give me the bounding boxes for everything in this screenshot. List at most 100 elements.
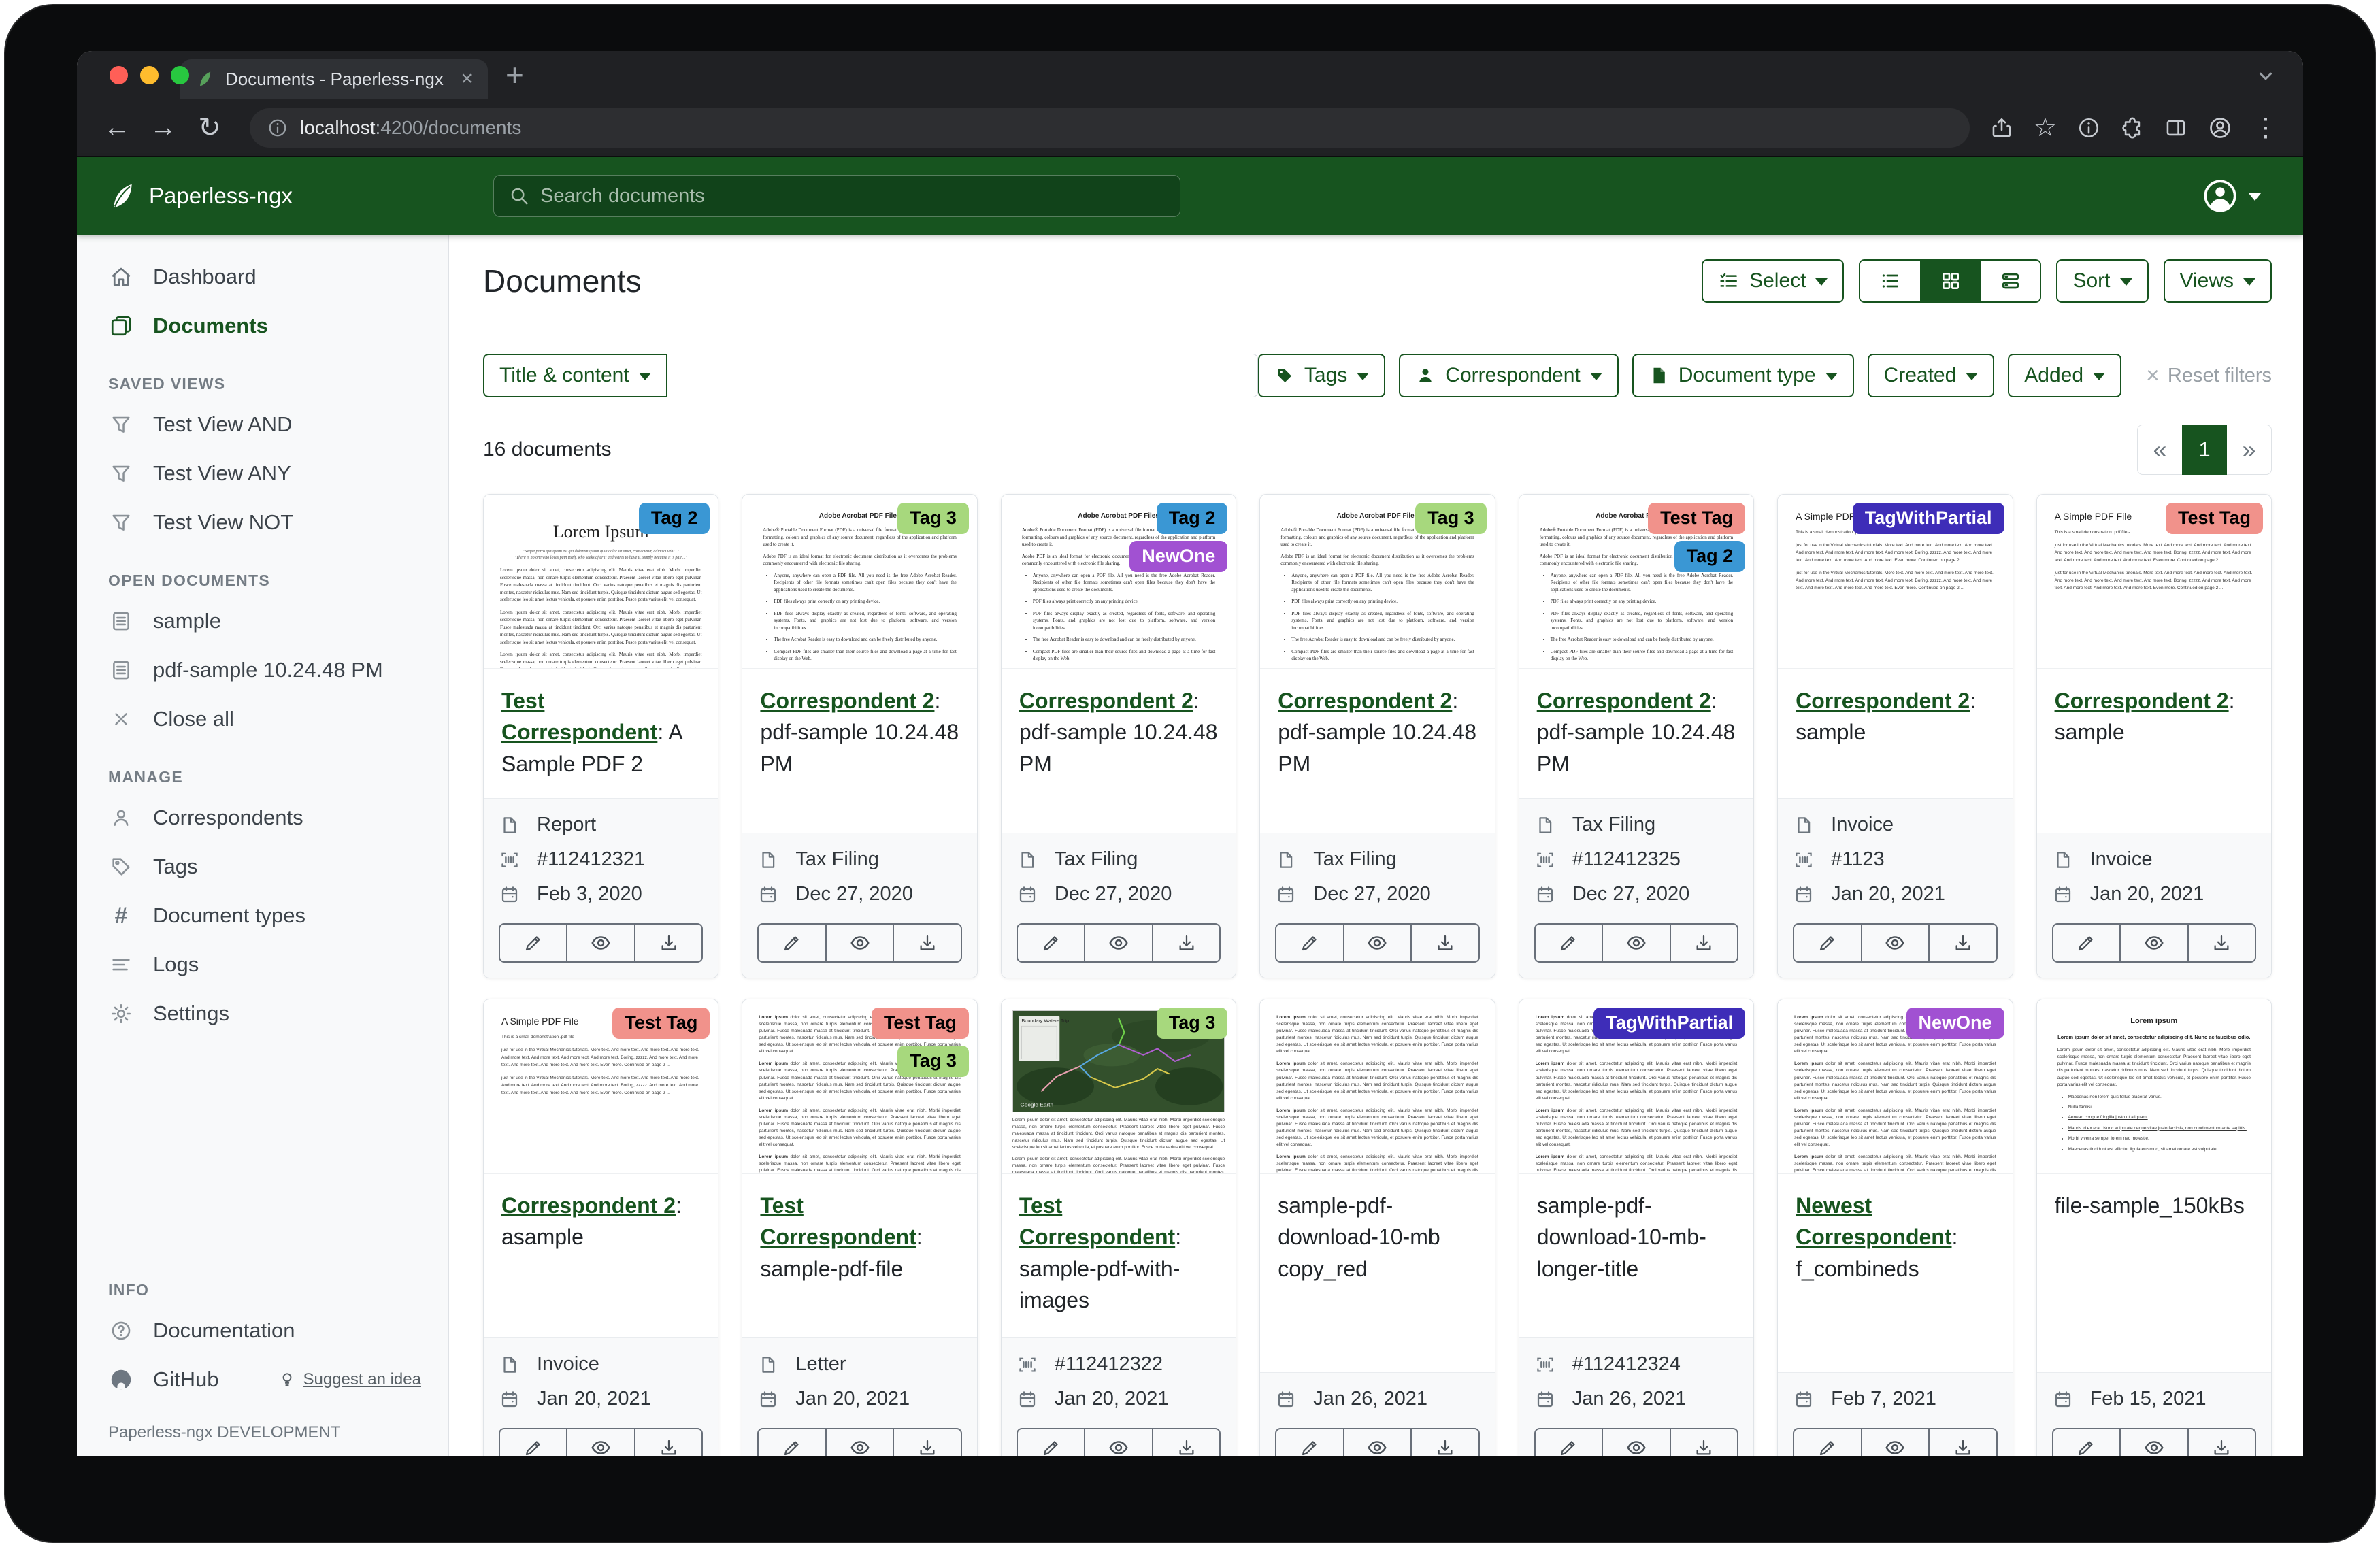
app-brand[interactable]: Paperless-ngx bbox=[107, 157, 293, 235]
correspondent-link[interactable]: Newest Correspondent bbox=[1796, 1193, 1951, 1249]
filter-doctype-button[interactable]: Document type bbox=[1632, 354, 1854, 397]
profile-avatar-icon[interactable] bbox=[2208, 116, 2232, 140]
download-button[interactable] bbox=[1670, 925, 1737, 961]
document-card[interactable]: Adobe Acrobat PDF FilesAdobe® Portable D… bbox=[1519, 494, 1754, 978]
view-list-button[interactable] bbox=[1860, 261, 1920, 301]
search-input[interactable] bbox=[540, 185, 1165, 207]
sidebar-item-test-view-not[interactable]: Test View NOT bbox=[77, 498, 448, 547]
view-button[interactable] bbox=[1861, 1429, 1928, 1456]
edit-button[interactable] bbox=[2053, 1429, 2119, 1456]
download-button[interactable] bbox=[1410, 1429, 1478, 1456]
sidebar-item-close-all[interactable]: Close all bbox=[77, 695, 448, 744]
document-card[interactable]: A Simple PDF FileThis is a small demonst… bbox=[483, 999, 718, 1456]
zoom-window-button[interactable] bbox=[171, 66, 189, 84]
edit-button[interactable] bbox=[1794, 925, 1860, 961]
document-thumbnail[interactable]: A Simple PDF FileThis is a small demonst… bbox=[484, 999, 718, 1174]
tag-badge[interactable]: Tag 3 bbox=[1157, 1008, 1228, 1039]
document-thumbnail[interactable]: Adobe Acrobat PDF FilesAdobe® Portable D… bbox=[1260, 495, 1494, 669]
forward-icon[interactable]: → bbox=[144, 108, 183, 148]
edit-button[interactable] bbox=[500, 925, 566, 961]
tag-badge[interactable]: Tag 2 bbox=[1674, 541, 1746, 572]
document-thumbnail[interactable]: Lorem ipsum dolor sit amet, consectetur … bbox=[1260, 999, 1494, 1174]
user-menu[interactable] bbox=[2202, 157, 2261, 235]
edit-button[interactable] bbox=[1536, 925, 1602, 961]
tab-search-chevron-icon[interactable] bbox=[2255, 66, 2276, 86]
tag-badge[interactable]: NewOne bbox=[1906, 1008, 2004, 1039]
tag-badge[interactable]: Tag 2 bbox=[639, 503, 710, 534]
document-thumbnail[interactable]: Lorem ipsum dolor sit amet, consectetur … bbox=[1778, 999, 2012, 1174]
close-window-button[interactable] bbox=[110, 66, 128, 84]
tag-badge[interactable]: Tag 3 bbox=[897, 503, 969, 534]
site-info-icon[interactable] bbox=[267, 118, 288, 138]
sidebar-item-tags[interactable]: Tags bbox=[77, 842, 448, 891]
correspondent-link[interactable]: Correspondent 2 bbox=[2055, 688, 2229, 713]
filter-created-button[interactable]: Created bbox=[1868, 354, 1995, 397]
tab-close-icon[interactable]: × bbox=[461, 69, 473, 89]
tag-badge[interactable]: Tag 3 bbox=[1415, 503, 1487, 534]
download-button[interactable] bbox=[1410, 925, 1478, 961]
global-search[interactable] bbox=[493, 175, 1180, 217]
minimize-window-button[interactable] bbox=[140, 66, 159, 84]
download-button[interactable] bbox=[634, 925, 701, 961]
document-thumbnail[interactable]: Lorem ipsumLorem ipsum dolor sit amet, c… bbox=[2037, 999, 2271, 1174]
sidebar-item-open-doc-pdf-sample[interactable]: pdf-sample 10.24.48 PM bbox=[77, 646, 448, 695]
tag-badge[interactable]: Test Tag bbox=[2166, 503, 2263, 534]
view-button[interactable] bbox=[1084, 925, 1151, 961]
document-thumbnail[interactable]: A Simple PDF FileThis is a small demonst… bbox=[2037, 495, 2271, 669]
edit-button[interactable] bbox=[1018, 1429, 1084, 1456]
sidebar-item-open-doc-sample[interactable]: sample bbox=[77, 597, 448, 646]
correspondent-link[interactable]: Correspondent 2 bbox=[1019, 688, 1193, 713]
edit-button[interactable] bbox=[759, 925, 825, 961]
download-button[interactable] bbox=[1670, 1429, 1737, 1456]
correspondent-link[interactable]: Correspondent 2 bbox=[1796, 688, 1970, 713]
document-thumbnail[interactable]: Lorem ipsum dolor sit amet, consectetur … bbox=[1519, 999, 1753, 1174]
correspondent-link[interactable]: Test Correspondent bbox=[760, 1193, 916, 1249]
document-thumbnail[interactable]: Adobe Acrobat PDF FilesAdobe® Portable D… bbox=[1519, 495, 1753, 669]
correspondent-link[interactable]: Correspondent 2 bbox=[501, 1193, 676, 1218]
view-button[interactable] bbox=[566, 1429, 633, 1456]
document-card[interactable]: Lorem ipsum dolor sit amet, consectetur … bbox=[1777, 999, 2013, 1456]
edit-button[interactable] bbox=[759, 1429, 825, 1456]
correspondent-link[interactable]: Test Correspondent bbox=[501, 688, 657, 744]
share-icon[interactable] bbox=[1990, 116, 2013, 139]
bookmark-star-icon[interactable]: ☆ bbox=[2034, 112, 2057, 143]
pagination-next-button[interactable]: » bbox=[2227, 425, 2272, 475]
download-button[interactable] bbox=[1152, 925, 1219, 961]
view-button[interactable] bbox=[1084, 1429, 1151, 1456]
info-circle-icon[interactable] bbox=[2077, 116, 2100, 139]
document-thumbnail[interactable]: Adobe Acrobat PDF FilesAdobe® Portable D… bbox=[1002, 495, 1236, 669]
download-button[interactable] bbox=[893, 1429, 960, 1456]
extensions-puzzle-icon[interactable] bbox=[2121, 116, 2144, 139]
download-button[interactable] bbox=[1928, 1429, 1996, 1456]
sidebar-item-github[interactable]: GitHub Suggest an idea bbox=[77, 1355, 448, 1404]
download-button[interactable] bbox=[2187, 1429, 2255, 1456]
tag-badge[interactable]: Tag 3 bbox=[897, 1046, 969, 1077]
suggest-idea-link[interactable]: Suggest an idea bbox=[278, 1370, 420, 1389]
edit-button[interactable] bbox=[2053, 925, 2119, 961]
document-card[interactable]: Lorem Ipsum"Neque porro quisquam est qui… bbox=[483, 494, 718, 978]
filter-correspondent-button[interactable]: Correspondent bbox=[1399, 354, 1618, 397]
filter-added-button[interactable]: Added bbox=[2008, 354, 2121, 397]
tag-badge[interactable]: Test Tag bbox=[872, 1008, 969, 1039]
sidebar-item-logs[interactable]: Logs bbox=[77, 940, 448, 989]
document-thumbnail[interactable]: Boundary Waters TripGoogle EarthLorem ip… bbox=[1002, 999, 1236, 1174]
correspondent-link[interactable]: Correspondent 2 bbox=[760, 688, 934, 713]
filter-tags-button[interactable]: Tags bbox=[1258, 354, 1385, 397]
sidebar-item-test-view-and[interactable]: Test View AND bbox=[77, 400, 448, 449]
view-button[interactable] bbox=[2119, 925, 2187, 961]
filter-text-input[interactable] bbox=[667, 354, 1258, 397]
browser-menu-icon[interactable]: ⋮ bbox=[2253, 112, 2279, 143]
document-card[interactable]: Boundary Waters TripGoogle EarthLorem ip… bbox=[1001, 999, 1236, 1456]
sidebar-item-settings[interactable]: Settings bbox=[77, 989, 448, 1038]
edit-button[interactable] bbox=[1276, 1429, 1342, 1456]
select-button[interactable]: Select bbox=[1702, 259, 1844, 303]
download-button[interactable] bbox=[634, 1429, 701, 1456]
tag-badge[interactable]: Test Tag bbox=[1648, 503, 1745, 534]
tag-badge[interactable]: Tag 2 bbox=[1157, 503, 1228, 534]
edit-button[interactable] bbox=[1536, 1429, 1602, 1456]
side-panel-icon[interactable] bbox=[2164, 116, 2187, 139]
document-card[interactable]: A Simple PDF FileThis is a small demonst… bbox=[1777, 494, 2013, 978]
view-button[interactable] bbox=[566, 925, 633, 961]
document-card[interactable]: Adobe Acrobat PDF FilesAdobe® Portable D… bbox=[742, 494, 977, 978]
pagination-page-1-button[interactable]: 1 bbox=[2182, 425, 2227, 475]
